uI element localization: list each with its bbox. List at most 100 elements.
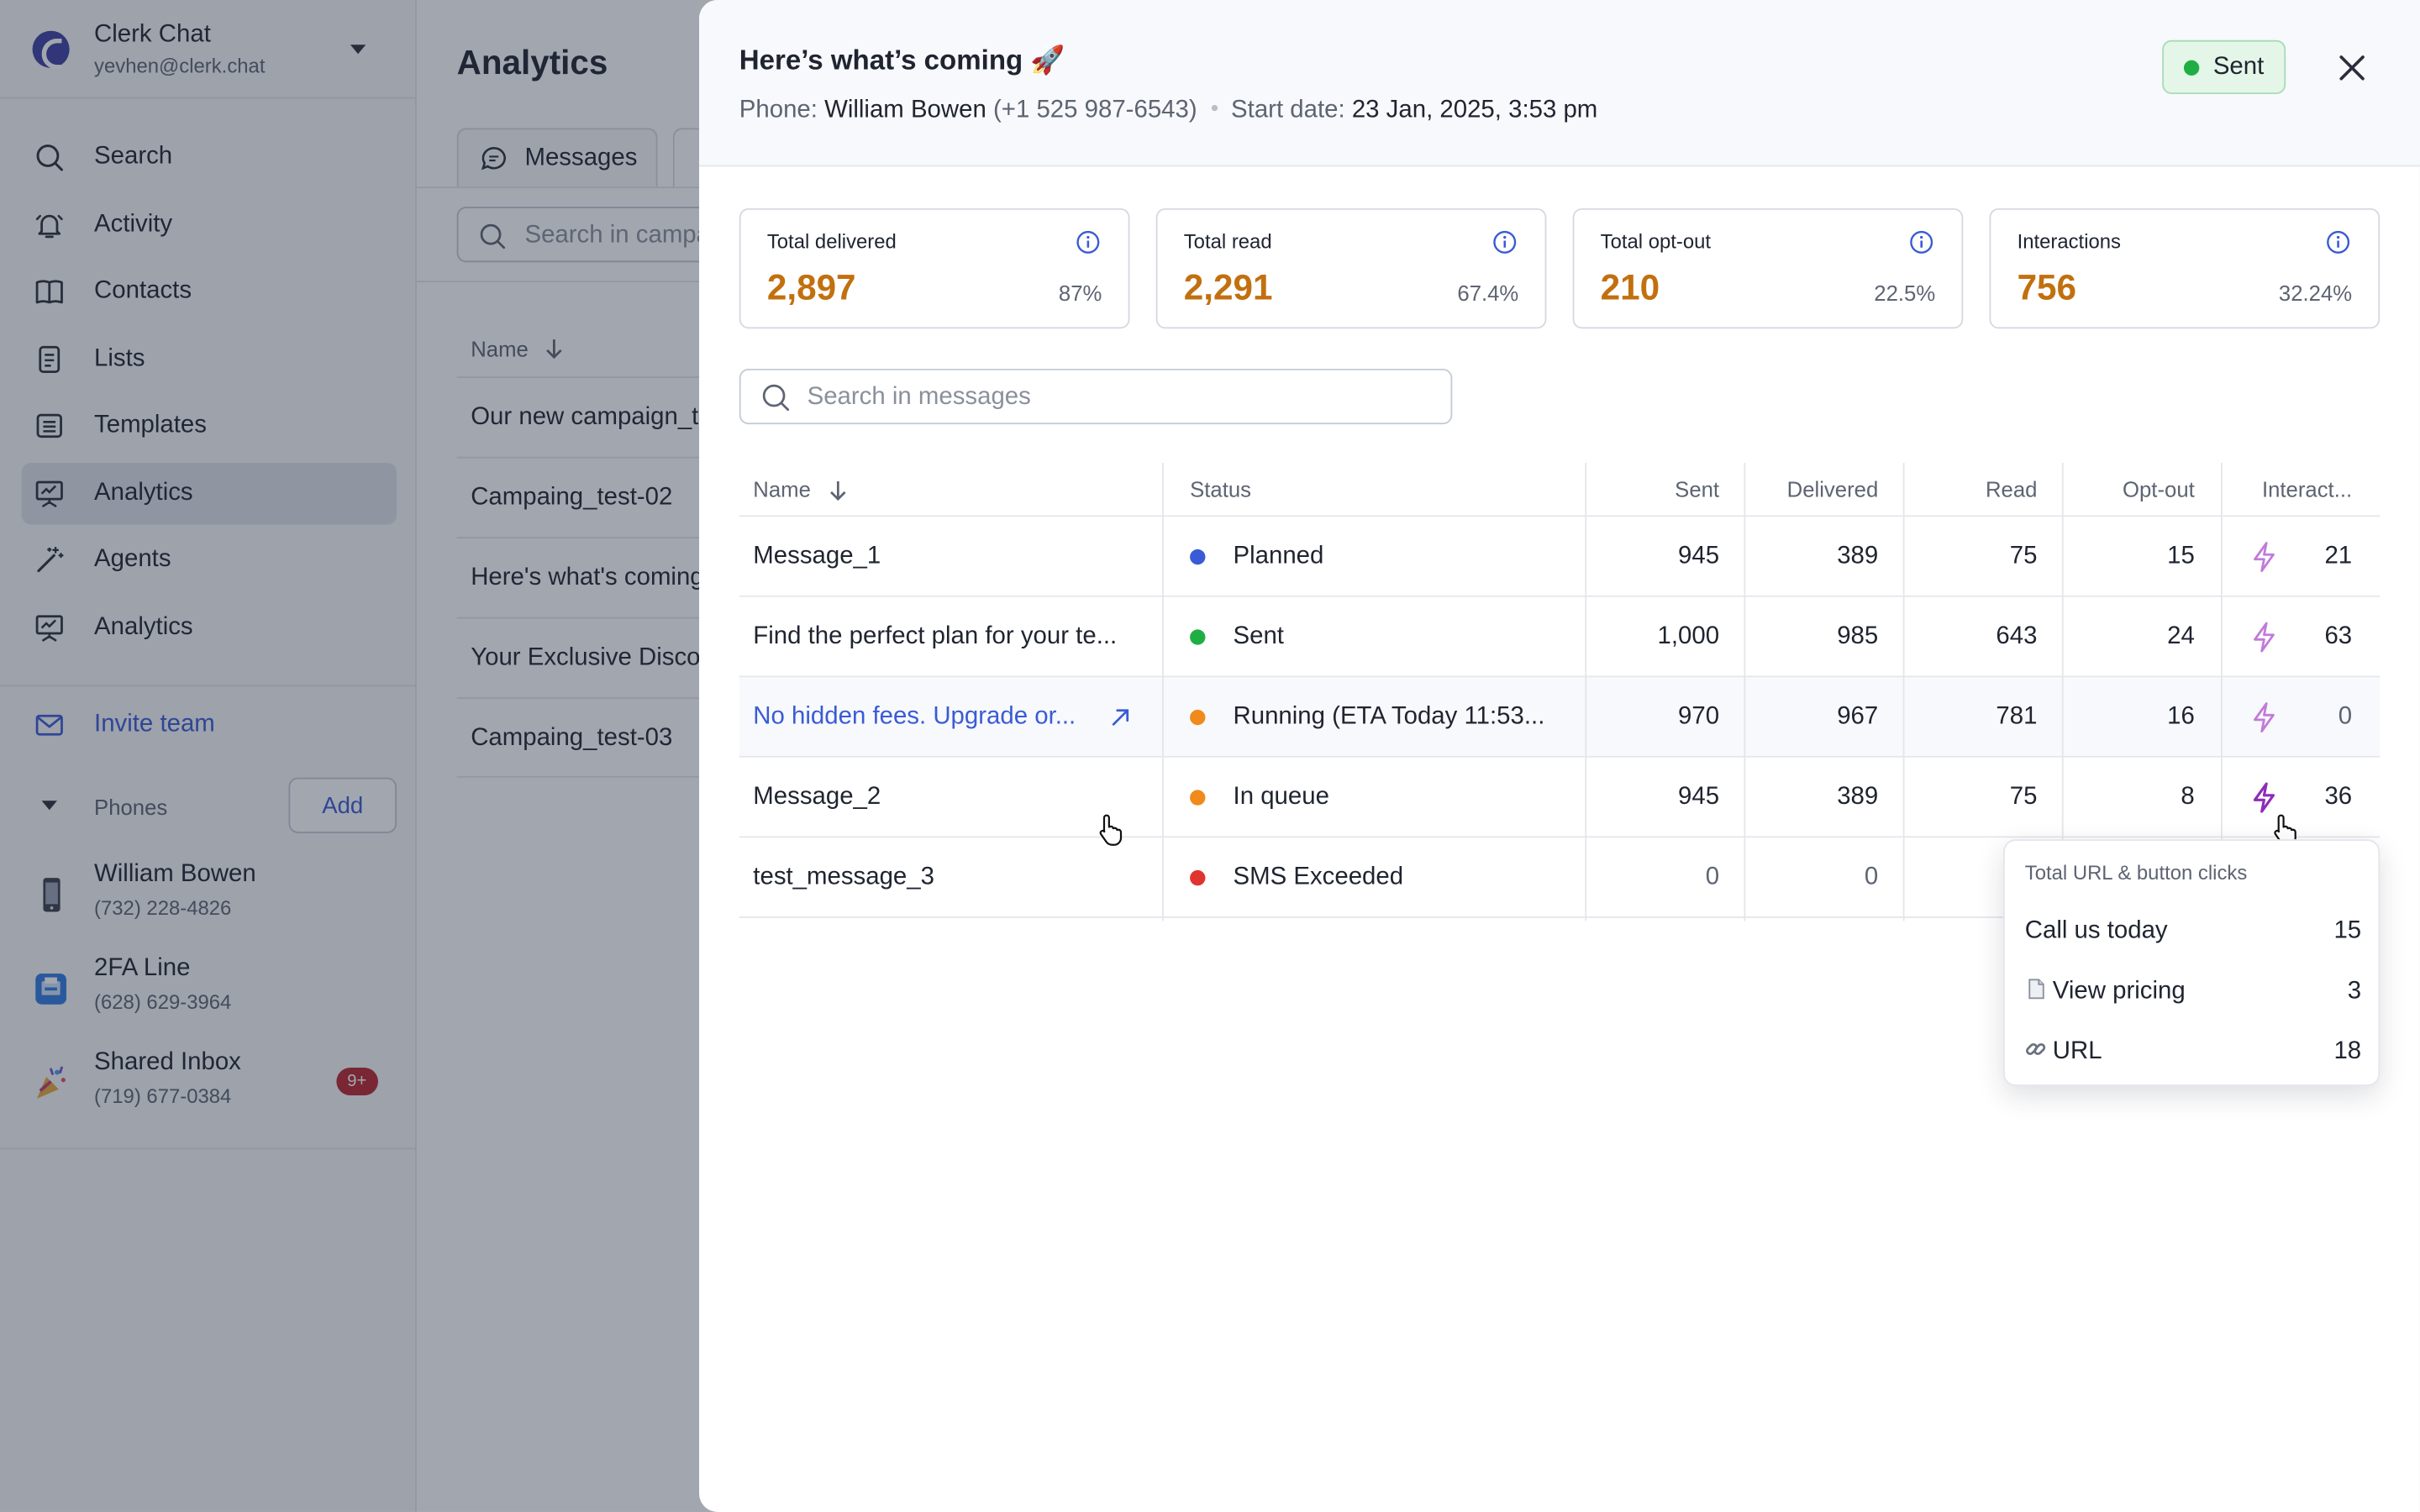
status-badge-label: Sent [2212,54,2265,81]
read-count: 75 [2009,784,2038,811]
column-header-interactions[interactable]: Interact... [2221,477,2352,501]
delivered-count: 967 [1837,703,1879,730]
delivered-count: 985 [1837,623,1879,650]
read-count: 75 [2009,543,2038,570]
kpi-card-delivered: Total delivered 2,897 87% [739,207,1130,329]
tooltip-item-label: Call us today [2024,917,2168,945]
table-row[interactable]: Message_1 Planned 945 389 75 15 21 [739,517,2381,597]
kpi-percentage: 87% [1058,281,1102,306]
table-row[interactable]: Find the perfect plan for your te... Sen… [739,596,2381,678]
interactions-count: 63 [2324,623,2353,650]
status-dot [1190,549,1206,565]
tooltip-item-value: 18 [2333,1038,2362,1065]
interactions-tooltip: Total URL & button clicks Call us today … [2003,839,2381,1087]
link-icon [2026,1042,2046,1055]
sent-count: 0 [1705,864,1720,890]
column-divider [1902,463,1905,921]
column-divider [1744,463,1746,921]
message-name: Message_1 [753,543,881,570]
status-dot [1190,629,1206,645]
sent-count: 1,000 [1657,623,1720,650]
column-header-read[interactable]: Read [1914,477,2037,501]
status-dot [2183,60,2200,76]
kpi-label: Total read [1183,229,1272,254]
panel-header: Here’s what’s coming 🚀 Phone: William Bo… [699,0,2420,167]
column-header-sent[interactable]: Sent [1596,477,1719,501]
search-icon [762,384,790,412]
kpi-value: 2,291 [1183,266,1273,307]
kpi-label: Total opt-out [1600,229,1712,254]
kpi-card-read: Total read 2,291 67.4% [1155,207,1547,329]
status-dot [1190,869,1206,886]
column-divider [1162,463,1164,921]
message-status: SMS Exceeded [1233,864,1404,890]
kpi-value: 756 [2017,266,2077,307]
message-status: In queue [1233,784,1329,811]
campaign-meta: Phone: William Bowen (+1 525 987-6543) St… [739,97,1598,125]
phone-owner: William Bowen [824,97,986,123]
info-icon[interactable] [1909,230,1933,255]
info-icon[interactable] [2326,230,2350,255]
sort-down-arrow-icon[interactable] [827,478,849,502]
message-name-link[interactable]: No hidden fees. Upgrade or... [753,704,1076,732]
tooltip-item-label-wrap: URL [2025,1038,2102,1066]
message-name: Message_2 [753,784,881,811]
column-header-status[interactable]: Status [1190,477,1251,501]
interactions-count: 21 [2324,543,2353,570]
start-date-label: Start date: [1231,97,1345,123]
status-dot [1190,790,1206,806]
status-dot [1190,709,1206,726]
message-status: Planned [1233,543,1324,570]
column-divider [2061,463,2064,840]
info-icon[interactable] [1076,230,1100,255]
phone-label: Phone: [739,97,818,123]
tooltip-item-label: URL [2052,1038,2102,1065]
message-search-input[interactable]: Search in messages [739,368,1453,425]
tooltip-item-label: View pricing [2052,978,2186,1005]
message-name: test_message_3 [753,864,934,890]
kpi-label: Total delivered [766,229,897,254]
read-count: 643 [1996,623,2038,650]
panel-title: Here’s what’s coming 🚀 [739,45,1065,76]
table-row[interactable]: No hidden fees. Upgrade or... Running (E… [739,677,2381,758]
search-placeholder: Search in messages [807,384,1031,411]
tooltip-item: View pricing 3 [2025,975,2361,1009]
kpi-percentage: 32.24% [2278,281,2353,306]
table-header: Name Status Sent Delivered Read Opt-out … [739,463,2381,517]
tooltip-title: Total URL & button clicks [2024,860,2248,885]
column-header-delivered[interactable]: Delivered [1754,477,1879,501]
app-window: Clerk Chat yevhen@clerk.chat Search Acti… [0,0,2420,1512]
kpi-card-opt-out: Total opt-out 210 22.5% [1572,207,1964,329]
tooltip-item: URL 18 [2025,1035,2361,1068]
opt-out-count: 16 [2167,703,2195,730]
column-header-opt-out[interactable]: Opt-out [2071,477,2195,501]
sent-count: 945 [1678,543,1720,570]
campaign-detail-panel: Here’s what’s coming 🚀 Phone: William Bo… [699,0,2420,1512]
column-divider [2221,463,2223,840]
kpi-percentage: 67.4% [1457,281,1519,306]
info-icon[interactable] [1492,230,1517,255]
close-icon[interactable] [2332,48,2372,88]
message-status: Running (ETA Today 11:53... [1233,703,1545,730]
kpi-percentage: 22.5% [1874,281,1936,306]
kpi-card-interactions: Interactions 756 32.24% [1989,207,2381,329]
message-name: Find the perfect plan for your te... [753,623,1118,650]
tooltip-item: Call us today 15 [2025,915,2361,948]
kpi-label: Interactions [2017,229,2121,254]
opt-out-count: 8 [2181,784,2195,811]
opt-out-count: 24 [2167,623,2195,650]
separator-dot [1211,104,1218,112]
document-icon [2028,979,2044,1000]
status-badge: Sent [2162,39,2286,95]
table-row[interactable]: Message_2 In queue 945 389 75 8 36 [739,757,2381,838]
message-status: Sent [1233,623,1284,650]
phone-number: (+1 525 987-6543) [993,97,1197,123]
kpi-value: 2,897 [766,266,856,307]
interactions-count: 36 [2324,784,2353,811]
external-link-icon[interactable] [1110,706,1132,728]
kpi-value: 210 [1600,266,1660,307]
delivered-count: 389 [1837,784,1879,811]
column-header-name[interactable]: Name [753,477,811,501]
opt-out-count: 15 [2167,543,2195,570]
sent-count: 945 [1678,784,1720,811]
